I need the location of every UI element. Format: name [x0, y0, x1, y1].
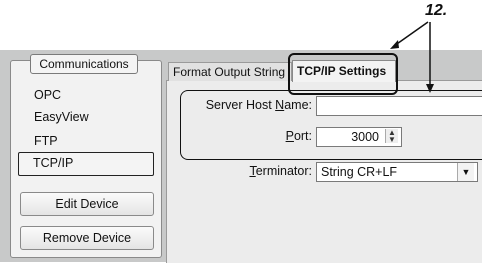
arrow-head-form-icon: [426, 84, 434, 93]
arrow-to-tab: [393, 21, 429, 47]
arrow-head-tab-icon: [390, 40, 399, 49]
callout-arrows: [390, 21, 434, 93]
